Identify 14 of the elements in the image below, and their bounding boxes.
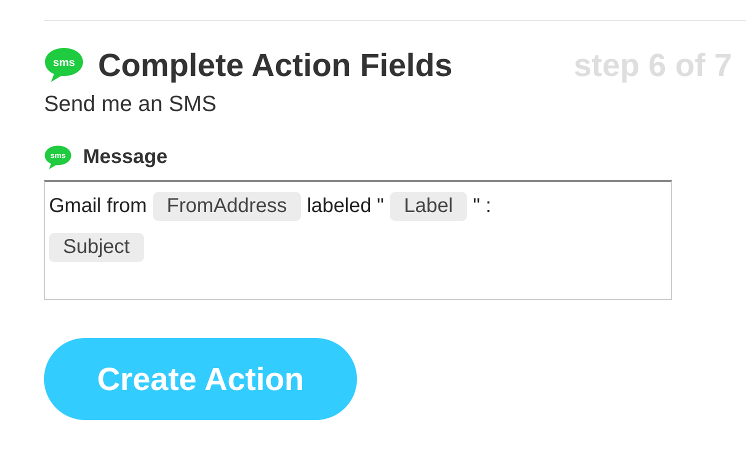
icon-label: sms bbox=[52, 57, 76, 69]
speech-bubble-icon bbox=[45, 48, 83, 82]
action-description: Send me an SMS bbox=[44, 91, 218, 117]
message-field[interactable]: Gmail from FromAddress labeled " Label " : Subject bbox=[44, 180, 672, 300]
speech-bubble-icon bbox=[44, 146, 72, 170]
section-title: Complete Action Fields bbox=[98, 46, 454, 84]
field-label: Message bbox=[83, 146, 168, 169]
message-text: labeled " bbox=[306, 195, 384, 218]
ingredient-tag[interactable]: Subject bbox=[49, 233, 144, 262]
ingredient-tag[interactable]: FromAddress bbox=[152, 192, 301, 221]
ingredient-tag[interactable]: Label bbox=[390, 192, 467, 221]
message-text: " : bbox=[472, 195, 492, 218]
message-text: Gmail from bbox=[49, 195, 147, 218]
icon-label: sms bbox=[50, 151, 66, 160]
